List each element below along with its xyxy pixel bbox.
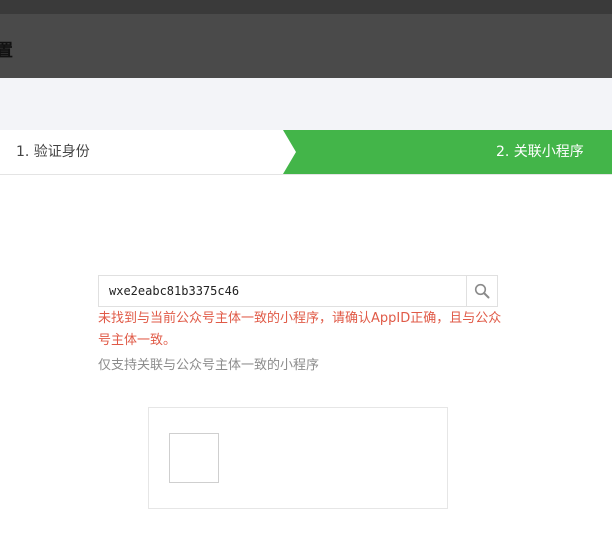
header-spacer	[0, 78, 612, 130]
page-header: 置	[0, 14, 612, 78]
miniprogram-card	[148, 407, 448, 509]
top-strip	[0, 0, 612, 14]
appid-search-input[interactable]	[99, 276, 459, 306]
miniprogram-avatar-placeholder	[169, 433, 219, 483]
appid-search-box	[98, 275, 498, 307]
step-progress: 1. 验证身份 2. 关联小程序	[0, 130, 612, 175]
hint-text: 仅支持关联与公众号主体一致的小程序	[98, 358, 320, 373]
step-link-miniprogram: 2. 关联小程序	[496, 144, 584, 160]
error-message: 未找到与当前公众号主体一致的小程序，请确认AppID正确，且与公众号主体一致。	[98, 311, 502, 348]
step-verify-identity: 1. 验证身份	[16, 144, 90, 160]
search-button[interactable]	[466, 276, 497, 306]
search-icon	[474, 283, 490, 299]
page-title: 置	[0, 41, 13, 61]
